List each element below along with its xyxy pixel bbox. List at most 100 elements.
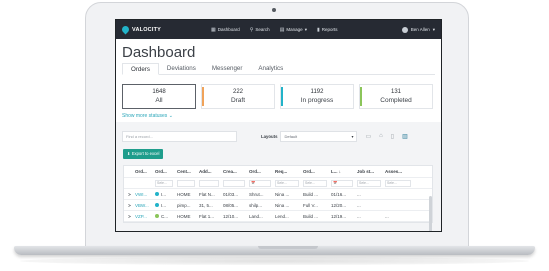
laptop-screen: VALOCITY ▦ Dashboard ⚲ Search ▤ Manage ▾…: [115, 19, 442, 232]
column-header[interactable]: Ord...: [301, 169, 329, 174]
nav-item-manage[interactable]: ▤ Manage ▾: [280, 27, 307, 33]
status-dot-icon: [155, 203, 159, 208]
column-filter-input[interactable]: Sele...: [303, 179, 327, 187]
nav-item-search[interactable]: ⚲ Search: [250, 27, 270, 33]
nav-item-label: Dashboard: [217, 27, 240, 32]
order-link[interactable]: VZP...: [133, 214, 153, 219]
status-count: 222: [232, 89, 243, 95]
table-row[interactable]: > VBW... I... pimp... 31, 5... 08/05... shilp.…: [124, 200, 432, 211]
status-card-completed[interactable]: 131 Completed: [359, 84, 433, 109]
order-link[interactable]: VBW...: [133, 203, 153, 208]
column-header[interactable]: Ord...: [133, 169, 153, 174]
status-count: 1192: [310, 89, 324, 95]
grid-filter-row: Sele... 📅 Sele... Sele... 📅 Sele... Sele...: [124, 178, 432, 189]
chevron-down-icon: ▾: [351, 133, 354, 139]
table-cell: ...: [357, 191, 361, 197]
order-link[interactable]: VWI...: [133, 192, 153, 197]
table-cell: ...: [385, 213, 389, 219]
column-header[interactable]: Add...: [197, 169, 221, 174]
tab-orders[interactable]: Orders: [122, 63, 159, 75]
tab-bar: Orders Deviations Messenger Analytics: [122, 63, 435, 75]
dashboard-icon: ▦: [211, 26, 216, 33]
column-filter-cell: [197, 179, 221, 187]
column-filter-cell: 📅: [247, 179, 273, 187]
column-filter-input[interactable]: [177, 179, 195, 187]
search-input[interactable]: Find a record...: [122, 130, 237, 142]
expand-row-icon[interactable]: >: [124, 203, 133, 208]
table-cell: 01/16...: [331, 191, 347, 197]
status-cards: 1648 All 222 Draft 1192 In progress 131 …: [122, 84, 433, 109]
show-more-statuses-link[interactable]: Show more statuses ⌄: [122, 113, 173, 119]
user-avatar-icon: [401, 26, 408, 33]
status-card-all[interactable]: 1648 All: [122, 84, 196, 109]
table-row[interactable]: > VWI... I... HOME Flat N... 01/03... Shrut...…: [124, 189, 432, 200]
vertical-scrollbar[interactable]: [429, 196, 432, 231]
date-filter-icon[interactable]: 📅: [331, 179, 353, 187]
nav-item-label: Reports: [321, 27, 338, 32]
column-header[interactable]: L... ↓: [329, 169, 355, 174]
column-filter-cell: Sele...: [273, 179, 301, 187]
column-header[interactable]: Ord...: [247, 169, 273, 174]
table-cell: 01/03...: [223, 191, 239, 197]
export-button-label: Export to excel: [131, 151, 160, 156]
table-cell: 12/19...: [331, 213, 347, 219]
layout-select[interactable]: Default ▾: [280, 130, 358, 142]
column-header[interactable]: Cent...: [175, 169, 197, 174]
nav-item-label: Search: [255, 27, 270, 32]
columns-icon[interactable]: ▥: [402, 133, 408, 140]
home-icon[interactable]: ⌂: [379, 133, 383, 139]
nav-item-reports[interactable]: ▮ Reports: [317, 27, 338, 33]
chevron-down-icon: ▾: [432, 26, 435, 32]
column-filter-input[interactable]: Sele...: [275, 179, 299, 187]
user-menu[interactable]: Ben Allen ▾: [401, 26, 435, 33]
column-filter-input[interactable]: [199, 179, 219, 187]
column-filter-input[interactable]: Sele...: [357, 179, 381, 187]
export-to-excel-button[interactable]: ⬇ Export to excel: [123, 149, 164, 159]
column-header[interactable]: Req...: [273, 169, 301, 174]
cell-text: I...: [161, 202, 167, 208]
search-icon: ⚲: [249, 26, 254, 33]
app-logo[interactable]: VALOCITY: [120, 24, 161, 35]
column-filter-input[interactable]: Sele...: [385, 179, 411, 187]
table-cell: 12/10...: [223, 213, 239, 219]
table-cell: Build ...: [303, 213, 319, 219]
date-filter-icon[interactable]: 📅: [249, 179, 271, 187]
status-count: 131: [390, 89, 401, 95]
status-card-draft[interactable]: 222 Draft: [201, 84, 275, 109]
cell-text: I...: [161, 191, 167, 197]
tab-deviations[interactable]: Deviations: [159, 63, 204, 75]
column-filter-input[interactable]: [223, 179, 245, 187]
table-row[interactable]: > VZP... C... HOME Flat 1... 12/10... Land... L…: [124, 211, 432, 222]
expand-row-icon[interactable]: >: [124, 192, 133, 197]
tab-analytics[interactable]: Analytics: [250, 63, 291, 75]
expand-row-icon[interactable]: >: [124, 214, 133, 219]
delete-icon[interactable]: ▯: [391, 133, 394, 140]
save-icon[interactable]: ▭: [365, 133, 371, 140]
layout-select-value: Default: [284, 133, 298, 139]
laptop-shadow: [20, 257, 529, 265]
tab-messenger[interactable]: Messenger: [204, 63, 251, 75]
status-card-in-progress[interactable]: 1192 In progress: [280, 84, 354, 109]
column-filter-cell: Sele...: [301, 179, 329, 187]
column-header[interactable]: Job st...: [355, 169, 383, 174]
grid-toolbar: Find a record... Layouts Default ▾ ▭ ⌂ ▯…: [122, 130, 434, 142]
column-filter-cell: [175, 179, 197, 187]
table-cell: 31, 5...: [199, 202, 213, 208]
status-label: Draft: [230, 97, 246, 104]
nav-item-dashboard[interactable]: ▦ Dashboard: [211, 27, 240, 33]
table-cell: HOME: [177, 213, 191, 219]
column-header[interactable]: Ord...: [153, 169, 175, 174]
column-filter-input[interactable]: Sele...: [155, 179, 173, 187]
nav-menu: ▦ Dashboard ⚲ Search ▤ Manage ▾ ▮ Report…: [211, 27, 337, 33]
column-header[interactable]: Asses...: [383, 169, 413, 174]
chevron-down-icon: ▾: [304, 26, 307, 32]
table-cell: Nina ...: [275, 191, 290, 197]
table-cell: Nina ...: [275, 202, 290, 208]
status-label: Completed: [380, 97, 412, 104]
column-header[interactable]: Crea...: [221, 169, 247, 174]
download-icon: ⬇: [127, 151, 131, 156]
cell-text: C...: [161, 213, 169, 219]
column-filter-cell: [221, 179, 247, 187]
location-pin-icon: [120, 24, 131, 35]
status-dot-icon: [155, 214, 159, 219]
